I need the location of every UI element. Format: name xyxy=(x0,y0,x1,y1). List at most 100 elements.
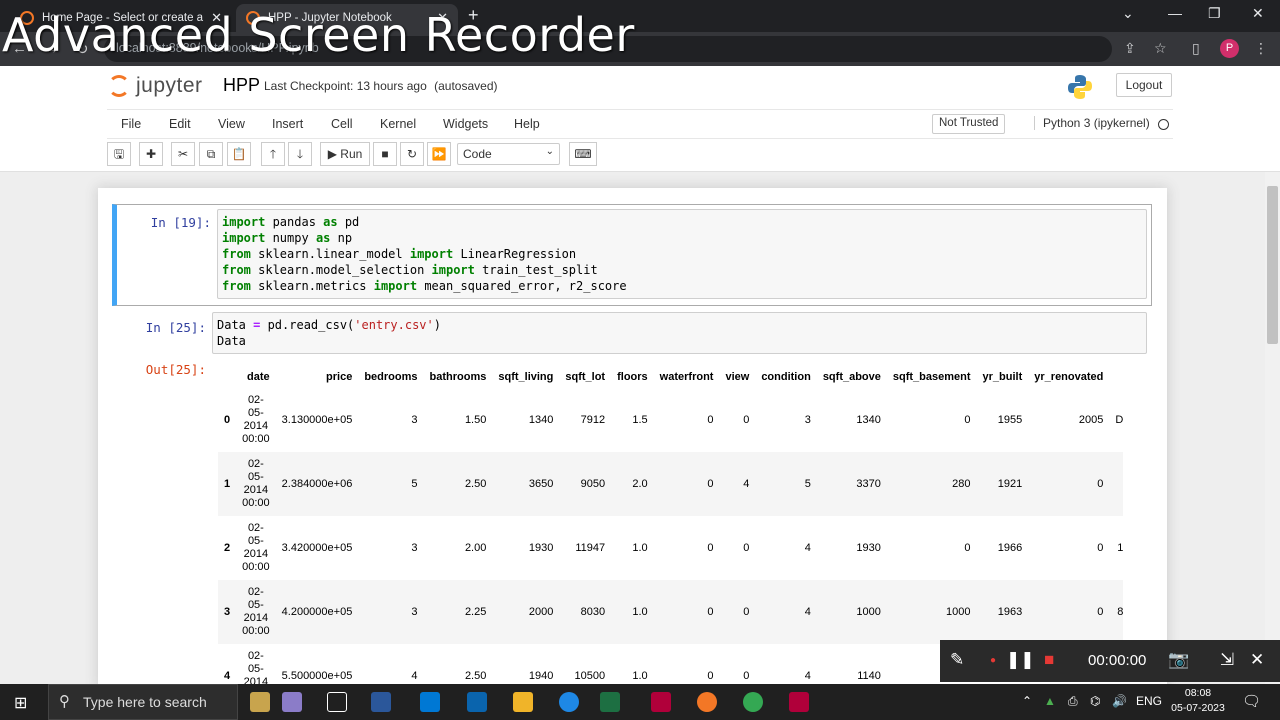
play-icon: ▶ xyxy=(327,147,337,161)
network-icon[interactable]: ⌬ xyxy=(1090,694,1100,708)
taskbar-search-box[interactable]: ⚲ Type here to search xyxy=(48,684,238,720)
code-cell-selected[interactable]: In [19]: import pandas as pd import nump… xyxy=(112,204,1152,306)
side-panel-icon[interactable]: ▯ xyxy=(1192,40,1200,57)
jupyter-logo[interactable]: jupyter xyxy=(108,74,203,98)
internet-explorer-icon[interactable] xyxy=(559,692,579,712)
table-cell: 5 xyxy=(755,452,817,516)
people-widget-icon[interactable] xyxy=(250,692,270,712)
volume-icon[interactable]: 🔊 xyxy=(1112,694,1127,708)
task-view-icon[interactable] xyxy=(327,692,347,712)
move-up-button[interactable]: 🡑 xyxy=(261,142,285,166)
cut-button[interactable]: ✂ xyxy=(171,142,195,166)
keyboard-icon: ⌨ xyxy=(574,147,592,161)
table-cell: 1000 xyxy=(816,580,887,644)
paste-button[interactable]: 📋 xyxy=(227,142,251,166)
language-indicator[interactable]: ENG xyxy=(1136,694,1162,708)
stop-record-icon[interactable]: ■ xyxy=(1044,650,1054,670)
jupyter-header: jupyter HPP Last Checkpoint: 13 hours ag… xyxy=(0,66,1280,172)
menu-file[interactable]: File xyxy=(121,117,141,131)
widget-icon[interactable] xyxy=(282,692,302,712)
chrome-app-icon[interactable] xyxy=(743,692,763,712)
table-cell-overflow xyxy=(1109,452,1124,516)
tray-device-icon[interactable]: ⎙ xyxy=(1068,694,1078,709)
run-button[interactable]: ▶ Run xyxy=(320,142,370,166)
table-cell: 0 xyxy=(743,542,750,554)
word-app-icon[interactable] xyxy=(371,692,391,712)
menu-edit[interactable]: Edit xyxy=(169,117,191,131)
table-cell: 0 xyxy=(1097,542,1104,554)
tray-overflow-icon[interactable]: ⌃ xyxy=(1022,694,1032,708)
table-cell: 0 xyxy=(653,580,720,644)
notifications-icon[interactable]: 🗨 xyxy=(1242,692,1261,710)
restart-kernel-button[interactable]: ↻ xyxy=(400,142,424,166)
table-cell: 5 xyxy=(358,452,424,516)
save-button[interactable]: 🖫 xyxy=(107,142,131,166)
menu-help[interactable]: Help xyxy=(514,117,540,131)
stop-icon: ■ xyxy=(381,147,389,161)
page-scrollbar-thumb[interactable] xyxy=(1267,186,1278,344)
menu-cell[interactable]: Cell xyxy=(331,117,353,131)
save-icon: 🖫 xyxy=(113,147,125,161)
jupyter-app-icon[interactable] xyxy=(697,692,717,712)
interrupt-kernel-button[interactable]: ■ xyxy=(373,142,397,166)
table-cell: 1921 xyxy=(976,452,1029,516)
excel-app-icon[interactable] xyxy=(600,692,620,712)
notebook-name[interactable]: HPP xyxy=(223,75,260,96)
minimize-icon[interactable]: — xyxy=(1168,5,1182,21)
cell-type-select[interactable]: Code ⌄ xyxy=(457,143,560,165)
column-header: yr_built xyxy=(982,371,1023,383)
menu-kernel[interactable]: Kernel xyxy=(380,117,416,131)
recorder-app-icon[interactable] xyxy=(789,692,809,712)
restart-icon: ↻ xyxy=(406,147,418,161)
table-cell: 0 xyxy=(707,670,714,682)
tab-search-chevron-icon[interactable]: ⌄ xyxy=(1122,5,1134,22)
table-cell: 1000 xyxy=(886,580,977,644)
menu-widgets[interactable]: Widgets xyxy=(443,117,488,131)
table-cell: 02-05-2014 00:00 xyxy=(236,452,276,516)
close-window-icon[interactable]: ✕ xyxy=(1252,5,1264,22)
taskbar-clock[interactable]: 08:08 05-07-2023 xyxy=(1166,686,1230,716)
menu-view[interactable]: View xyxy=(218,117,245,131)
table-cell: 4 xyxy=(804,670,811,682)
share-icon[interactable]: ⇪ xyxy=(1124,40,1136,57)
profile-avatar[interactable]: P xyxy=(1220,39,1239,58)
camera-icon[interactable]: 📷 xyxy=(1168,650,1189,670)
row-index: 0 xyxy=(224,414,231,426)
column-header: date xyxy=(247,371,270,383)
table-cell: 4.200000e+05 xyxy=(275,580,359,644)
bookmark-star-icon[interactable]: ☆ xyxy=(1154,40,1167,57)
copy-button[interactable]: ⧉ xyxy=(199,142,223,166)
windows-start-icon[interactable]: ⊞ xyxy=(14,693,27,713)
plus-icon: ✚ xyxy=(145,147,157,161)
store-app-icon[interactable] xyxy=(420,692,440,712)
move-down-button[interactable]: 🡓 xyxy=(288,142,312,166)
mail-app-icon[interactable] xyxy=(467,692,487,712)
code-input[interactable]: Data = pd.read_csv('entry.csv') Data xyxy=(212,312,1147,354)
trust-status-button[interactable]: Not Trusted xyxy=(932,114,1006,134)
tray-app-icon[interactable]: ▲ xyxy=(1044,694,1056,708)
logout-button[interactable]: Logout xyxy=(1116,73,1172,97)
recorder-app-icon[interactable] xyxy=(651,692,671,712)
pause-icon[interactable]: ❚❚ xyxy=(1006,650,1035,670)
restart-run-all-button[interactable]: ⏩ xyxy=(427,142,451,166)
restore-icon[interactable]: ❐ xyxy=(1208,5,1221,22)
close-recorder-icon[interactable]: ✕ xyxy=(1250,650,1264,670)
code-cell[interactable]: In [25]: Data = pd.read_csv('entry.csv')… xyxy=(112,310,1152,370)
kernel-idle-indicator-icon xyxy=(1158,119,1169,130)
insert-cell-button[interactable]: ✚ xyxy=(139,142,163,166)
screen-recorder-controls: ✎ ● ❚❚ ■ 00:00:00 📷 ⇲ ✕ xyxy=(940,640,1280,682)
kernel-name: Python 3 (ipykernel) xyxy=(1034,116,1150,130)
table-cell: 0 xyxy=(964,414,971,426)
more-menu-icon[interactable]: ⋮ xyxy=(1254,40,1268,57)
table-cell: 2005 xyxy=(1078,414,1104,426)
menu-insert[interactable]: Insert xyxy=(272,117,303,131)
file-explorer-icon[interactable] xyxy=(513,692,533,712)
command-palette-button[interactable]: ⌨ xyxy=(569,142,597,166)
table-cell: 02-05-2014 00:00 xyxy=(242,522,270,573)
table-cell: 2.50 xyxy=(423,452,493,516)
minimize-recorder-icon[interactable]: ⇲ xyxy=(1220,650,1234,670)
table-cell: 3650 xyxy=(492,452,560,516)
table-cell: 4 xyxy=(755,580,817,644)
pen-icon[interactable]: ✎ xyxy=(950,650,964,670)
code-input[interactable]: import pandas as pd import numpy as np f… xyxy=(217,209,1147,299)
